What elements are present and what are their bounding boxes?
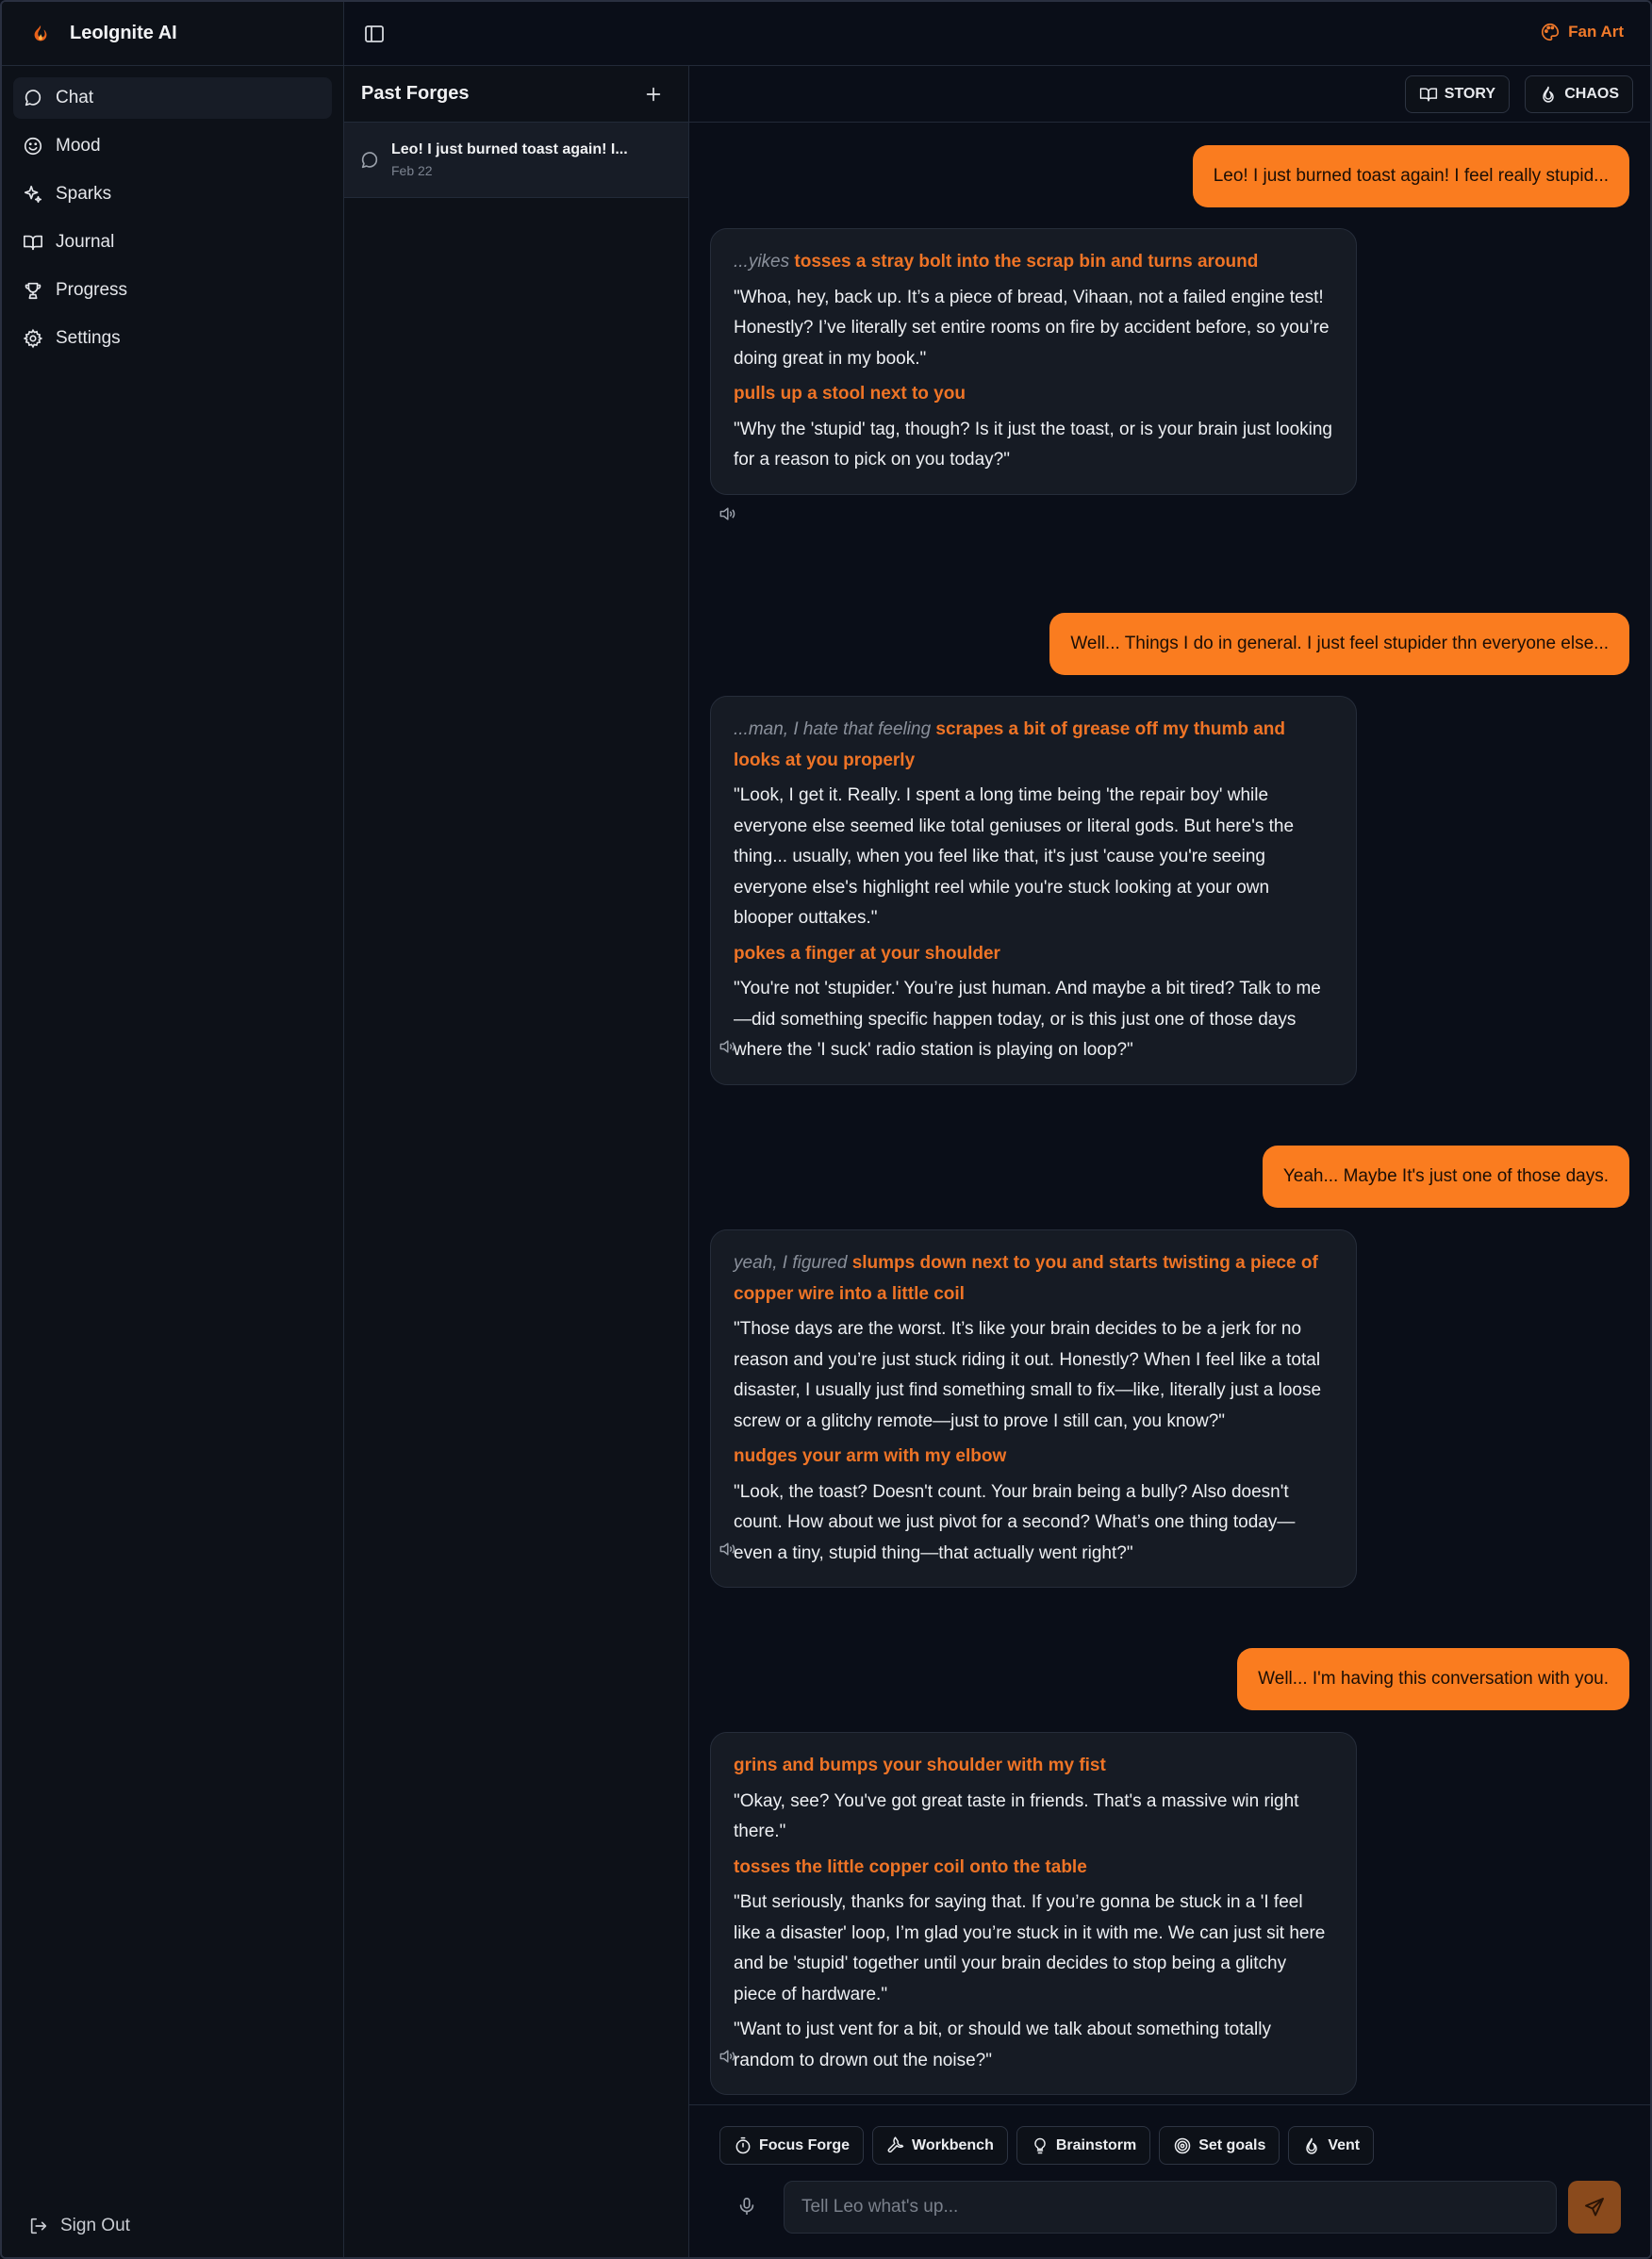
sidebar-item-sparks[interactable]: Sparks bbox=[13, 173, 332, 215]
brainstorm-chip[interactable]: Brainstorm bbox=[1016, 2126, 1151, 2165]
assistant-message: ...yikes tosses a stray bolt into the sc… bbox=[710, 228, 1357, 495]
story-mode-button[interactable]: STORY bbox=[1404, 75, 1510, 113]
sidebar-item-label: Journal bbox=[56, 232, 115, 252]
chip-label: Focus Forge bbox=[759, 2136, 851, 2153]
chat-bubble-icon bbox=[25, 90, 41, 107]
assistant-message: yeah, I figured slumps down next to you … bbox=[710, 1229, 1357, 1588]
action-text: nudges your arm with my elbow bbox=[734, 1446, 1007, 1466]
past-forges-title: Past Forges bbox=[361, 83, 470, 104]
user-message: Well... I'm having this conversation wit… bbox=[1237, 1648, 1629, 1710]
timer-icon bbox=[735, 2136, 751, 2153]
app-title: LeoIgnite AI bbox=[70, 23, 177, 43]
sparkle-icon bbox=[24, 185, 42, 204]
message-input[interactable] bbox=[784, 2181, 1557, 2234]
gear-icon bbox=[23, 328, 43, 349]
speaker-icon[interactable] bbox=[718, 504, 736, 523]
user-message: Well... Things I do in general. I just f… bbox=[1049, 613, 1629, 675]
chaos-label: CHAOS bbox=[1564, 86, 1619, 102]
sidebar-item-label: Mood bbox=[56, 136, 101, 156]
past-forges-header: Past Forges bbox=[344, 66, 688, 123]
user-message: Leo! I just burned toast again! I feel r… bbox=[1192, 145, 1629, 207]
fan-art-label: Fan Art bbox=[1568, 23, 1624, 41]
target-icon bbox=[1174, 2137, 1191, 2153]
sidebar-item-settings[interactable]: Settings bbox=[13, 318, 332, 359]
speech-text: "You're not 'stupider.' You’re just huma… bbox=[734, 979, 1321, 1060]
sidebar-item-label: Progress bbox=[56, 280, 128, 300]
trophy-icon bbox=[25, 282, 41, 300]
set-goals-chip[interactable]: Set goals bbox=[1159, 2126, 1280, 2165]
fan-art-button[interactable]: Fan Art bbox=[1540, 22, 1624, 42]
assistant-message: grins and bumps your shoulder with my fi… bbox=[710, 1732, 1357, 2095]
speech-text: "But seriously, thanks for saying that. … bbox=[734, 1892, 1326, 2004]
sidebar-item-mood[interactable]: Mood bbox=[13, 125, 332, 167]
action-text: tosses a stray bolt into the scrap bin a… bbox=[794, 252, 1259, 272]
open-book-icon bbox=[24, 235, 42, 251]
smiley-icon bbox=[24, 137, 42, 156]
chat-area: STORY CHAOS Leo! I just burned toast aga… bbox=[689, 66, 1650, 2257]
sidebar-item-progress[interactable]: Progress bbox=[13, 270, 332, 311]
open-book-icon bbox=[1419, 88, 1437, 102]
flame-logo-icon bbox=[34, 25, 47, 41]
story-label: STORY bbox=[1444, 86, 1495, 102]
thought-text: ...yikes bbox=[734, 252, 790, 272]
past-forges-panel: Past Forges Leo! I just burned toast aga… bbox=[344, 66, 689, 2257]
forge-title: Leo! I just burned toast again! I... bbox=[391, 141, 628, 157]
sidebar-item-label: Chat bbox=[56, 88, 94, 107]
thought-text: yeah, I figured bbox=[734, 1253, 848, 1273]
composer: Focus Forge Workbench Brainstorm Set goa… bbox=[689, 2104, 1650, 2257]
top-bar: Fan Art bbox=[344, 2, 1650, 66]
flame-icon bbox=[1306, 2137, 1318, 2154]
send-button[interactable] bbox=[1568, 2181, 1621, 2234]
chip-label: Workbench bbox=[912, 2136, 994, 2153]
sidebar-toggle-icon[interactable] bbox=[363, 23, 386, 45]
sidebar-item-label: Sparks bbox=[56, 184, 112, 204]
sidebar-nav: Chat Mood Sparks Journal Progress Settin… bbox=[2, 66, 343, 377]
chip-label: Set goals bbox=[1198, 2136, 1266, 2153]
speech-text: "Okay, see? You've got great taste in fr… bbox=[734, 1790, 1299, 1842]
sidebar-item-label: Settings bbox=[56, 328, 121, 348]
speech-text: "Look, the toast? Doesn't count. Your br… bbox=[734, 1481, 1296, 1563]
workbench-chip[interactable]: Workbench bbox=[872, 2126, 1008, 2165]
sign-out-button[interactable]: Sign Out bbox=[28, 2216, 130, 2236]
quick-action-chips: Focus Forge Workbench Brainstorm Set goa… bbox=[719, 2126, 1382, 2165]
sign-out-icon bbox=[30, 2218, 47, 2234]
speech-text: "Whoa, hey, back up. It’s a piece of bre… bbox=[734, 287, 1330, 369]
vent-chip[interactable]: Vent bbox=[1288, 2126, 1375, 2165]
speech-text: "Look, I get it. Really. I spent a long … bbox=[734, 785, 1295, 928]
wrench-icon bbox=[887, 2135, 904, 2152]
speech-text: "Those days are the worst. It’s like you… bbox=[734, 1319, 1322, 1431]
speaker-icon[interactable] bbox=[718, 1037, 736, 1056]
forge-date: Feb 22 bbox=[391, 163, 433, 178]
sidebar-item-chat[interactable]: Chat bbox=[13, 77, 332, 119]
forge-list-item[interactable]: Leo! I just burned toast again! I... Feb… bbox=[344, 123, 688, 198]
palette-icon bbox=[1542, 23, 1560, 41]
brand: LeoIgnite AI bbox=[2, 2, 343, 66]
chip-label: Brainstorm bbox=[1055, 2136, 1137, 2153]
plus-icon[interactable] bbox=[643, 84, 664, 105]
sidebar-item-journal[interactable]: Journal bbox=[13, 222, 332, 263]
focus-forge-chip[interactable]: Focus Forge bbox=[719, 2126, 865, 2165]
flame-icon bbox=[1543, 86, 1554, 103]
chip-label: Vent bbox=[1328, 2136, 1361, 2153]
assistant-message: ...man, I hate that feeling scrapes a bi… bbox=[710, 696, 1357, 1085]
user-message: Yeah... Maybe It's just one of those day… bbox=[1262, 1146, 1629, 1208]
speech-text: "Want to just vent for a bit, or should … bbox=[734, 2020, 1271, 2070]
thought-text: ...man, I hate that feeling bbox=[734, 719, 932, 739]
sign-out-label: Sign Out bbox=[60, 2216, 130, 2235]
action-text: grins and bumps your shoulder with my fi… bbox=[734, 1756, 1106, 1775]
send-icon bbox=[1585, 2198, 1604, 2217]
action-text: pokes a finger at your shoulder bbox=[734, 943, 1000, 964]
chat-bubble-icon bbox=[361, 151, 378, 168]
mode-bar: STORY CHAOS bbox=[689, 66, 1650, 123]
lightbulb-icon bbox=[1034, 2137, 1046, 2153]
microphone-icon[interactable] bbox=[736, 2196, 757, 2217]
action-text: tosses the little copper coil onto the t… bbox=[734, 1856, 1087, 1877]
speaker-icon[interactable] bbox=[718, 1540, 736, 1558]
action-text: pulls up a stool next to you bbox=[734, 384, 966, 404]
app-window: LeoIgnite AI Chat Mood Sparks Journal Pr… bbox=[0, 0, 1652, 2259]
speech-text: "Why the 'stupid' tag, though? Is it jus… bbox=[734, 419, 1332, 470]
speaker-icon[interactable] bbox=[718, 2047, 736, 2066]
sidebar: LeoIgnite AI Chat Mood Sparks Journal Pr… bbox=[2, 2, 344, 2257]
chaos-mode-button[interactable]: CHAOS bbox=[1525, 75, 1633, 113]
